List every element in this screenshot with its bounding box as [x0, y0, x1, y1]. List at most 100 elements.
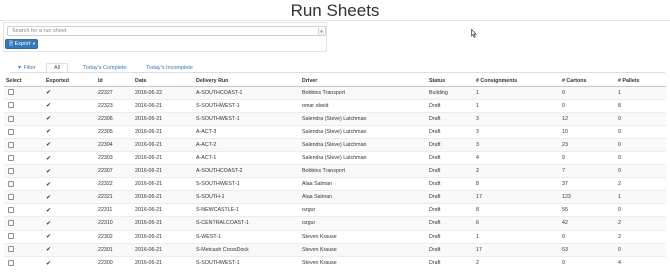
delivery-run-cell: A-SOUTHCOAST-2	[194, 164, 300, 178]
status-cell: Draft	[427, 203, 474, 217]
table-row[interactable]: ✔ 22321 2016-06-21 S-SOUTH-1 Alaa Salman…	[4, 190, 666, 204]
date-cell: 2016-06-21	[133, 229, 194, 244]
select-cell	[4, 98, 44, 113]
exported-check-icon: ✔	[44, 111, 96, 126]
table-row[interactable]: ✔ 22323 2016-06-21 S-SOUTHWEST-1 omar ob…	[4, 98, 666, 113]
select-checkbox[interactable]	[8, 128, 14, 135]
column-header-delivery-run[interactable]: Delivery Run	[194, 76, 300, 87]
cartons-cell: 123	[560, 190, 616, 204]
delivery-run-cell: S-WEST-1	[194, 229, 300, 244]
driver-cell: Alaa Salman	[300, 190, 427, 204]
date-cell: 2016-06-21	[133, 98, 194, 113]
status-cell: Draft	[427, 255, 474, 270]
search-placeholder: Search for a run sheet	[12, 28, 67, 34]
export-button[interactable]: 🗎 Export ▼	[5, 39, 38, 49]
select-checkbox[interactable]	[8, 89, 14, 96]
table-row[interactable]: ✔ 22307 2016-06-21 A-SOUTHCOAST-2 Bobbin…	[4, 164, 666, 178]
date-cell: 2016-06-21	[133, 242, 194, 257]
select-cell	[4, 164, 44, 178]
select-checkbox[interactable]	[8, 167, 14, 174]
table-row[interactable]: ✔ 22302 2016-06-21 S-WEST-1 Steven Kraus…	[4, 229, 666, 244]
date-cell: 2016-06-21	[133, 190, 194, 204]
id-cell: 22300	[96, 255, 133, 270]
pallets-cell: 1	[616, 190, 666, 204]
delivery-run-cell: S-SOUTHWEST-1	[194, 255, 300, 270]
id-cell: 22322	[96, 177, 133, 191]
status-cell: Draft	[427, 137, 474, 152]
mouse-cursor-icon	[471, 29, 477, 38]
search-input[interactable]: Search for a run sheet ▼	[7, 26, 326, 36]
select-checkbox[interactable]	[8, 259, 14, 266]
date-cell: 2016-06-22	[133, 85, 194, 100]
cartons-cell: 10	[560, 124, 616, 139]
tab-divider	[10, 72, 665, 73]
table-row[interactable]: ✔ 22301 2016-06-21 S-Metcash CrossDock S…	[4, 242, 666, 257]
driver-cell: omar obeid	[300, 98, 427, 113]
column-header-select[interactable]: Select	[4, 76, 44, 87]
column-header-status[interactable]: Status	[427, 76, 474, 87]
cartons-cell: 0	[560, 98, 616, 113]
select-cell	[4, 255, 44, 270]
select-cell	[4, 242, 44, 257]
driver-cell: Alaa Salman	[300, 177, 427, 191]
driver-cell: Salendra (Steve) Latchman	[300, 150, 427, 165]
exported-check-icon: ✔	[44, 242, 96, 257]
column-header-pallets[interactable]: # Pallets	[616, 76, 666, 87]
consignments-cell: 3	[474, 111, 560, 126]
select-checkbox[interactable]	[8, 181, 14, 187]
table-row[interactable]: ✔ 22300 2016-06-21 S-SOUTHWEST-1 Steven …	[4, 255, 666, 270]
column-header-date[interactable]: Date	[133, 76, 194, 87]
status-cell: Draft	[427, 111, 474, 126]
table-row[interactable]: ✔ 22311 2016-06-21 S-NEWCASTLE-1 ozgur D…	[4, 203, 666, 217]
id-cell: 22304	[96, 137, 133, 152]
table-row[interactable]: ✔ 22304 2016-06-21 A-ACT-2 Salendra (Ste…	[4, 137, 666, 152]
select-checkbox[interactable]	[8, 154, 14, 161]
column-header-consignments[interactable]: # Consignments	[474, 76, 560, 87]
table-row[interactable]: ✔ 22305 2016-06-21 A-ACT-3 Salendra (Ste…	[4, 124, 666, 139]
id-cell: 22311	[96, 203, 133, 217]
table-row[interactable]: ✔ 22327 2016-06-22 A-SOUTHCOAST-1 Bobbin…	[4, 85, 666, 100]
table-row[interactable]: ✔ 22310 2016-06-21 S-CENTRALCOAST-1 ozgu…	[4, 216, 666, 231]
select-checkbox[interactable]	[8, 194, 14, 201]
delivery-run-cell: A-ACT-3	[194, 124, 300, 139]
table-row[interactable]: ✔ 22306 2016-06-21 S-SOUTHWEST-1 Salendr…	[4, 111, 666, 126]
status-cell: Draft	[427, 242, 474, 257]
file-icon: 🗎	[9, 41, 14, 47]
exported-check-icon: ✔	[44, 150, 96, 165]
select-checkbox[interactable]	[8, 115, 14, 122]
select-checkbox[interactable]	[8, 141, 14, 148]
table-row[interactable]: ✔ 22322 2016-06-21 S-SOUTHWEST-1 Alaa Sa…	[4, 177, 666, 191]
pallets-cell: 0	[616, 164, 666, 178]
page-title: Run Sheets	[290, 1, 380, 20]
select-cell	[4, 177, 44, 191]
id-cell: 22302	[96, 229, 133, 244]
id-cell: 22310	[96, 216, 133, 231]
select-checkbox[interactable]	[8, 220, 14, 227]
consignments-cell: 3	[474, 137, 560, 152]
delivery-run-cell: A-SOUTHCOAST-1	[194, 85, 300, 100]
pallets-cell: 2	[616, 229, 666, 244]
column-header-driver[interactable]: Driver	[300, 76, 427, 87]
pallets-cell: 2	[616, 216, 666, 231]
delivery-run-cell: S-SOUTHWEST-1	[194, 111, 300, 126]
delivery-run-cell: A-ACT-1	[194, 150, 300, 165]
table-row[interactable]: ✔ 22303 2016-06-21 A-ACT-1 Salendra (Ste…	[4, 150, 666, 165]
column-header-id[interactable]: Id	[96, 76, 133, 87]
id-cell: 22306	[96, 111, 133, 126]
select-checkbox[interactable]	[8, 233, 14, 240]
status-cell: Draft	[427, 98, 474, 113]
column-header-cartons[interactable]: # Cartons	[560, 76, 616, 87]
column-header-exported[interactable]: Exported	[44, 76, 96, 87]
consignments-cell: 4	[474, 150, 560, 165]
select-checkbox[interactable]	[8, 207, 14, 214]
exported-check-icon: ✔	[44, 216, 96, 231]
select-checkbox[interactable]	[8, 246, 14, 253]
cartons-cell: 37	[560, 177, 616, 191]
exported-check-icon: ✔	[44, 229, 96, 244]
chevron-down-icon[interactable]: ▼	[318, 28, 324, 35]
date-cell: 2016-06-21	[133, 255, 194, 270]
cartons-cell: 9	[560, 150, 616, 165]
cartons-cell: 0	[560, 255, 616, 270]
status-cell: Draft	[427, 124, 474, 139]
select-checkbox[interactable]	[8, 102, 14, 109]
